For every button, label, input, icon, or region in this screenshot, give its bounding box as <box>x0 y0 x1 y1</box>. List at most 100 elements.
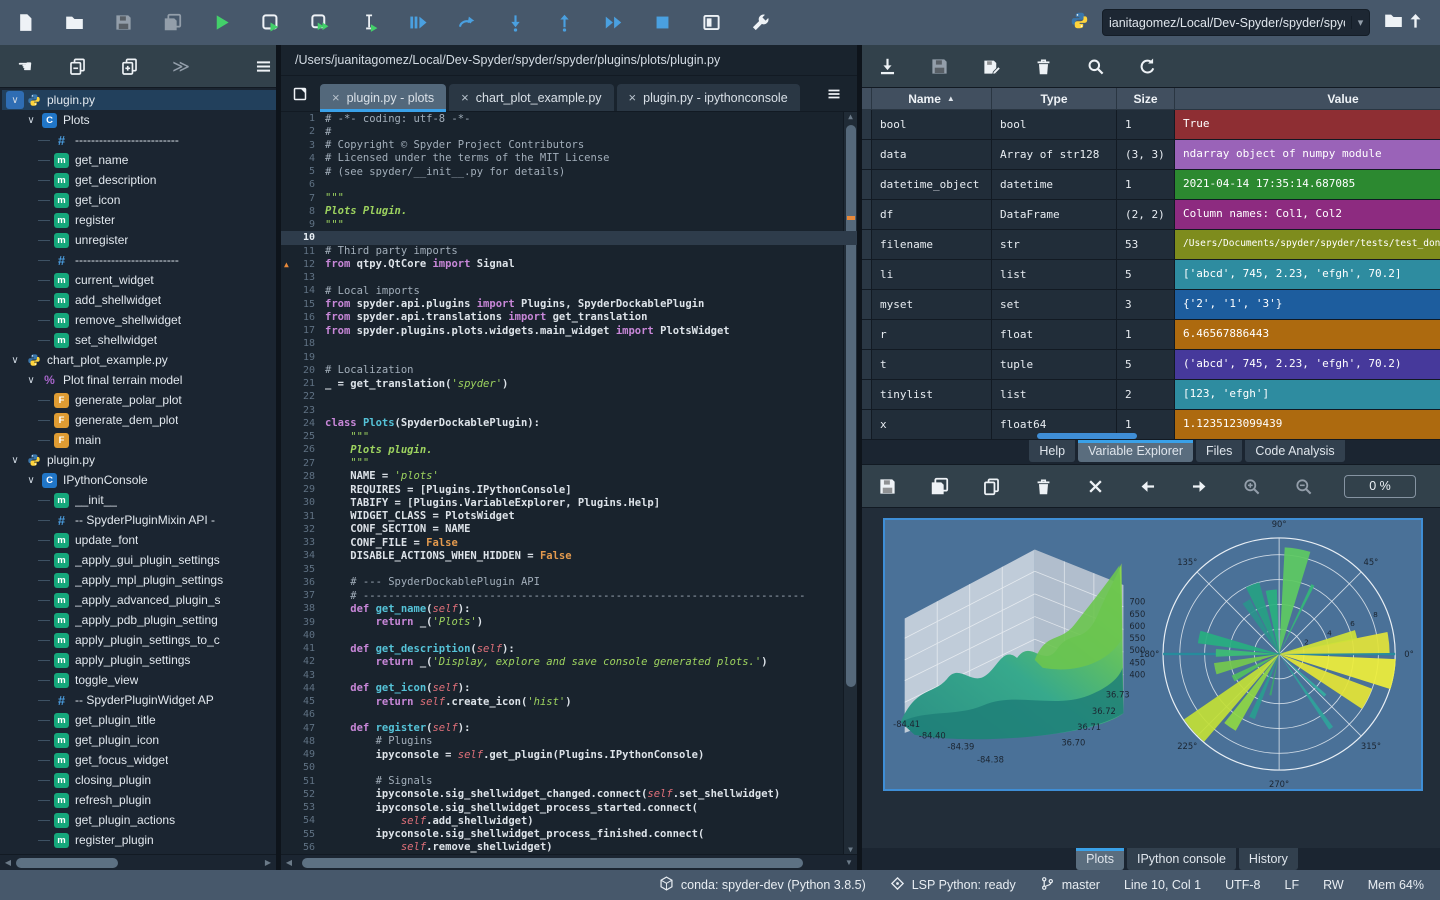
expander-icon[interactable]: ∨ <box>22 371 40 389</box>
variable-row-datetime_object[interactable]: datetime_objectdatetime12021-04-14 17:35… <box>862 170 1440 200</box>
code-line[interactable]: 20# Localization <box>281 364 857 377</box>
code-line[interactable]: 8Plots Plugin. <box>281 205 857 218</box>
code-line[interactable]: 3# Copyright © Spyder Project Contributo… <box>281 139 857 152</box>
code-line[interactable]: 1# -*- coding: utf-8 -*- <box>281 112 857 125</box>
code-line[interactable]: 36 # --- SpyderDockablePlugin API <box>281 576 857 589</box>
code-line[interactable]: 47 def register(self): <box>281 722 857 735</box>
column-header-size[interactable]: Size <box>1117 88 1175 110</box>
editor-tab[interactable]: ×plugin.py - plots <box>320 84 446 111</box>
outline-item-set_shellwidget[interactable]: mset_shellwidget <box>2 330 276 350</box>
code-line[interactable]: 40 <box>281 629 857 642</box>
status-git-branch[interactable]: master <box>1040 876 1100 894</box>
outline-item-plugin-py[interactable]: ∨plugin.py <box>2 450 276 470</box>
code-line[interactable]: 18 <box>281 337 857 350</box>
copy-plot-icon[interactable] <box>980 475 1002 497</box>
step-over-icon[interactable] <box>455 12 477 34</box>
code-line[interactable]: 44 def get_icon(self): <box>281 682 857 695</box>
new-file-icon[interactable] <box>14 12 36 34</box>
code-line[interactable]: 48 # Plugins <box>281 735 857 748</box>
editor-tab[interactable]: ×plugin.py - ipythonconsole <box>617 84 800 111</box>
code-line[interactable]: 35 <box>281 563 857 576</box>
code-line[interactable]: 2# <box>281 125 857 138</box>
outline-item-closing_plugin[interactable]: mclosing_plugin <box>2 770 276 790</box>
outline-item-_apply_mpl_plugin_settings[interactable]: m_apply_mpl_plugin_settings <box>2 570 276 590</box>
close-icon[interactable]: × <box>629 90 637 105</box>
save-data-as-icon[interactable] <box>980 55 1002 77</box>
code-line[interactable]: 56 self.remove_shellwidget) <box>281 841 857 854</box>
table-hscroll-thumb[interactable] <box>1037 433 1137 439</box>
code-line[interactable]: 33 CONF_FILE = False <box>281 536 857 549</box>
outline-item-current_widget[interactable]: mcurrent_widget <box>2 270 276 290</box>
code-line[interactable]: 50 <box>281 761 857 774</box>
outline-item-main[interactable]: Fmain <box>2 430 276 450</box>
remove-plot-icon[interactable] <box>1032 475 1054 497</box>
outline-item-remove_shellwidget[interactable]: mremove_shellwidget <box>2 310 276 330</box>
go-to-cursor-icon[interactable]: ☚ <box>14 55 36 77</box>
browse-tabs-icon[interactable] <box>289 83 311 105</box>
browse-tabs-icon[interactable] <box>287 81 313 107</box>
code-line[interactable]: 49 ipyconsole = self.get_plugin(Plugins.… <box>281 748 857 761</box>
code-line[interactable]: 10 <box>281 231 857 244</box>
outline-item-plugin-py[interactable]: ∨plugin.py <box>2 90 276 110</box>
code-line[interactable]: 14# Local imports <box>281 284 857 297</box>
code-line[interactable]: 52 ipyconsole.sig_shellwidget_changed.co… <box>281 788 857 801</box>
working-directory-input[interactable] <box>1103 16 1351 30</box>
status-conda-env[interactable]: conda: spyder-dev (Python 3.8.5) <box>659 876 866 894</box>
outline-item-toggle_view[interactable]: mtoggle_view <box>2 670 276 690</box>
outline-item--spyderpluginmixin-api-[interactable]: #-- SpyderPluginMixin API - <box>2 510 276 530</box>
outline-item-generate_polar_plot[interactable]: Fgenerate_polar_plot <box>2 390 276 410</box>
outline-item-refresh_plugin[interactable]: mrefresh_plugin <box>2 790 276 810</box>
save-data-icon[interactable] <box>928 55 950 77</box>
code-line[interactable]: 16from spyder.api.translations import ge… <box>281 311 857 324</box>
column-header-name[interactable]: Name▲ <box>872 88 992 110</box>
search-variable-icon[interactable] <box>1084 55 1106 77</box>
step-into-icon[interactable] <box>504 12 526 34</box>
tab-help[interactable]: Help <box>1029 440 1075 462</box>
zoom-in-icon[interactable] <box>1240 475 1262 497</box>
parent-directory-icon[interactable] <box>1404 10 1426 32</box>
scroll-right-icon[interactable]: ▶ <box>262 858 274 867</box>
outline-item-register[interactable]: mregister <box>2 210 276 230</box>
code-line[interactable]: 45 return self.create_icon('hist') <box>281 695 857 708</box>
status-memory[interactable]: Mem 64% <box>1368 878 1424 892</box>
code-line[interactable]: 17from spyder.plugins.plots.widgets.main… <box>281 324 857 337</box>
code-line[interactable]: 13 <box>281 271 857 284</box>
code-line[interactable]: 25 """ <box>281 430 857 443</box>
status-permissions[interactable]: RW <box>1323 878 1344 892</box>
working-directory-combobox[interactable]: ▾ <box>1102 9 1370 36</box>
scroll-left-icon[interactable]: ◀ <box>283 858 295 867</box>
plots-zoom-level[interactable]: 0 % <box>1344 475 1416 498</box>
matplotlib-figure[interactable]: 700650600550500450400-84.41-84.40-84.39-… <box>883 518 1423 791</box>
code-line[interactable]: 7""" <box>281 192 857 205</box>
outline-item-add_shellwidget[interactable]: madd_shellwidget <box>2 290 276 310</box>
code-line[interactable]: 21_ = get_translation('spyder') <box>281 377 857 390</box>
code-line[interactable]: 5# (see spyder/__init__.py for details) <box>281 165 857 178</box>
open-directory-icon[interactable] <box>1382 10 1404 32</box>
code-line[interactable]: 41 def get_description(self): <box>281 642 857 655</box>
remove-variable-icon[interactable] <box>1032 55 1054 77</box>
outline-item-_apply_gui_plugin_settings[interactable]: m_apply_gui_plugin_settings <box>2 550 276 570</box>
outline-item-_apply_advanced_plugin_s[interactable]: m_apply_advanced_plugin_s <box>2 590 276 610</box>
outline-item-register_plugin[interactable]: mregister_plugin <box>2 830 276 850</box>
outline-item-unregister[interactable]: munregister <box>2 230 276 250</box>
tab-plots[interactable]: Plots <box>1076 848 1124 870</box>
variable-row-df[interactable]: dfDataFrame(2, 2)Column names: Col1, Col… <box>862 200 1440 230</box>
import-data-icon[interactable] <box>876 55 898 77</box>
tab-files[interactable]: Files <box>1196 440 1242 462</box>
code-line[interactable]: 43 <box>281 669 857 682</box>
table-header[interactable]: Name▲TypeSizeValue <box>862 88 1440 110</box>
save-all-plots-icon[interactable] <box>928 475 950 497</box>
variable-row-r[interactable]: rfloat16.46567886443 <box>862 320 1440 350</box>
outline-item-get_plugin_icon[interactable]: mget_plugin_icon <box>2 730 276 750</box>
chevron-down-icon[interactable]: ▾ <box>1351 16 1369 29</box>
outline-item-chart_plot_example-py[interactable]: ∨chart_plot_example.py <box>2 350 276 370</box>
code-line[interactable]: 28 NAME = 'plots' <box>281 470 857 483</box>
code-line[interactable]: 38 def get_name(self): <box>281 602 857 615</box>
open-file-icon[interactable] <box>63 12 85 34</box>
tab-ipython-console[interactable]: IPython console <box>1127 848 1236 870</box>
zoom-out-icon[interactable] <box>1292 475 1314 497</box>
scroll-left-icon[interactable]: ◀ <box>2 858 14 867</box>
code-line[interactable]: 29 REQUIRES = [Plugins.IPythonConsole] <box>281 483 857 496</box>
continue-icon[interactable] <box>602 12 624 34</box>
variable-row-filename[interactable]: filenamestr53/Users/Documents/spyder/spy… <box>862 230 1440 260</box>
